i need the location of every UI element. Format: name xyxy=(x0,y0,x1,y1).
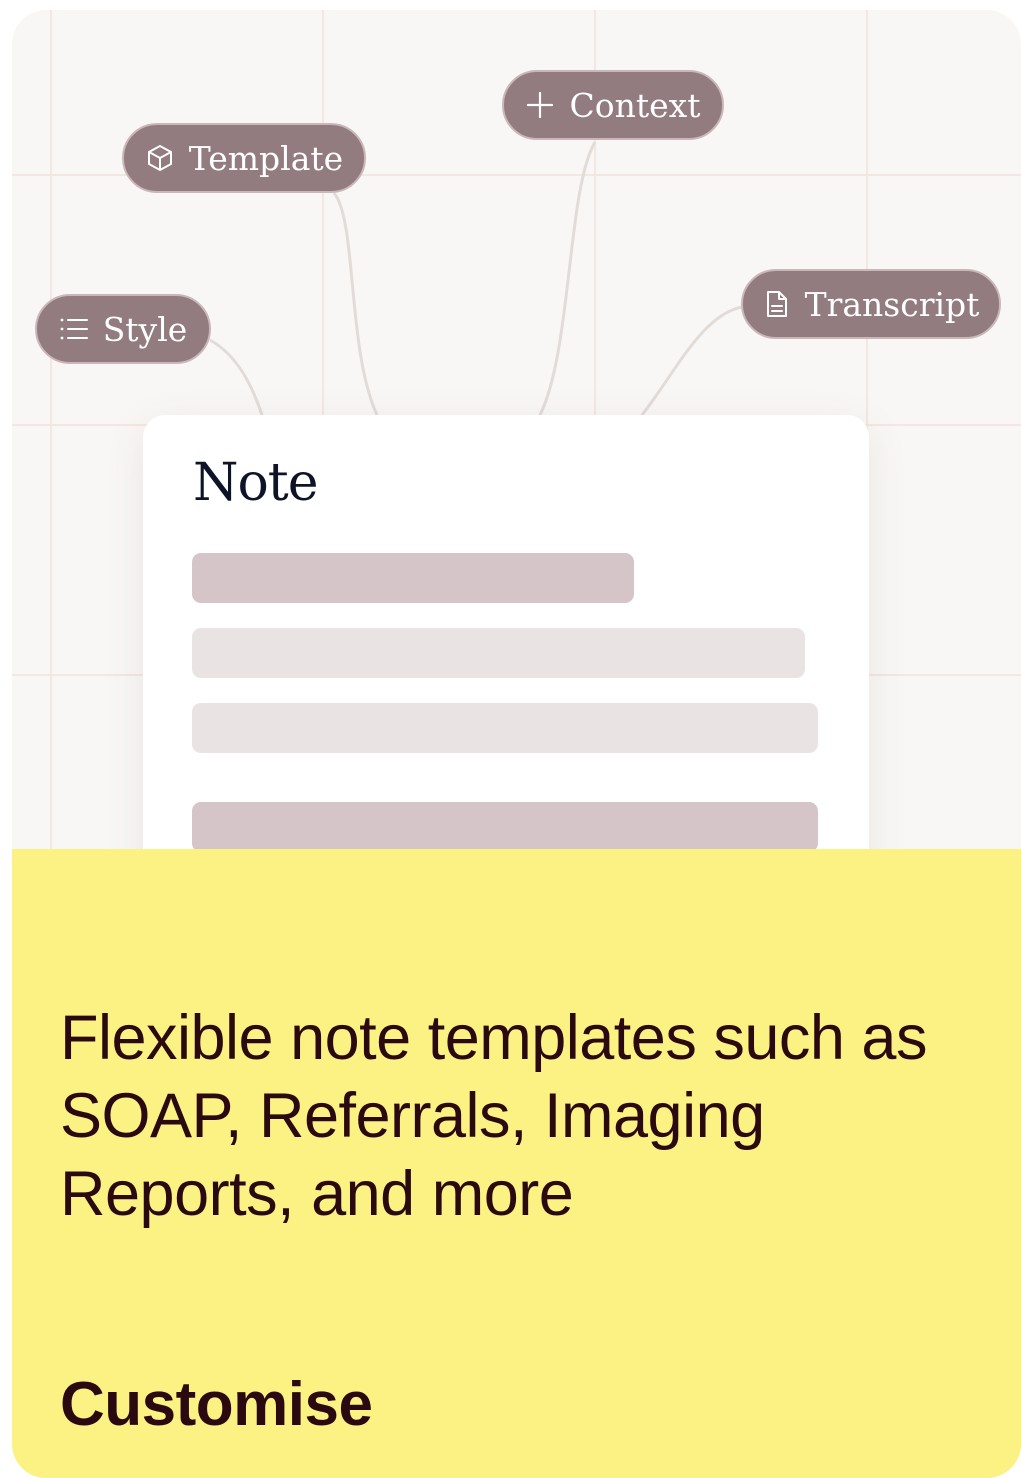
sparkle-icon xyxy=(525,90,555,120)
note-placeholder-line xyxy=(192,628,805,678)
feature-headline: Flexible note templates such as SOAP, Re… xyxy=(60,1003,927,1229)
note-placeholder-line xyxy=(192,553,634,603)
list-icon xyxy=(59,316,89,342)
info-panel: Flexible note templates such as SOAP, Re… xyxy=(12,849,1021,1478)
context-pill-label: Context xyxy=(569,85,701,125)
context-pill[interactable]: Context xyxy=(502,70,724,140)
note-placeholder-line xyxy=(192,802,818,852)
note-title: Note xyxy=(193,453,318,513)
document-icon xyxy=(763,289,791,319)
cube-icon xyxy=(145,143,175,173)
transcript-pill[interactable]: Transcript xyxy=(741,269,1001,339)
style-pill-label: Style xyxy=(102,309,188,349)
note-placeholder-line xyxy=(192,703,818,753)
template-pill-label: Template xyxy=(188,138,344,178)
feature-card: Context Template Transcript Style Note F… xyxy=(12,10,1021,1478)
transcript-pill-label: Transcript xyxy=(804,284,980,324)
template-pill[interactable]: Template xyxy=(122,123,366,193)
style-pill[interactable]: Style xyxy=(35,294,211,364)
customise-link[interactable]: Customise xyxy=(60,1369,373,1440)
